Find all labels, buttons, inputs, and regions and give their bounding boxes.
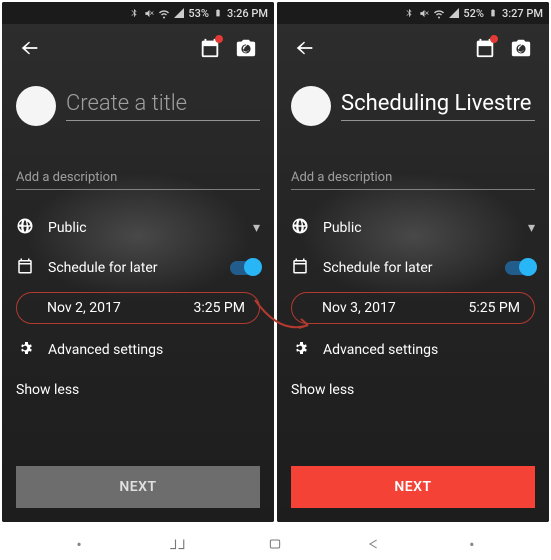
wifi-icon: [158, 7, 170, 19]
chevron-down-icon: ▾: [528, 220, 535, 236]
title-placeholder: Create a title: [66, 91, 260, 116]
show-less-link[interactable]: Show less: [291, 382, 535, 398]
schedule-toggle[interactable]: [505, 261, 535, 275]
advanced-settings[interactable]: Advanced settings: [16, 330, 260, 370]
gear-icon: [291, 339, 309, 361]
status-time: 3:27 PM: [502, 7, 543, 20]
camera-switch-button[interactable]: [503, 30, 539, 66]
schedule-datetime[interactable]: Nov 3, 2017 5:25 PM: [291, 292, 535, 324]
bluetooth-icon: [403, 7, 415, 19]
signal-icon: [173, 7, 185, 19]
system-nav-bar: • •: [0, 528, 551, 560]
calendar-badge-icon: [490, 35, 498, 43]
title-input[interactable]: Create a title: [66, 91, 260, 121]
schedule-toggle-row: Schedule for later: [291, 248, 535, 288]
title-input[interactable]: Scheduling Livestre: [341, 91, 535, 121]
advanced-label: Advanced settings: [323, 342, 535, 358]
back-button[interactable]: [12, 30, 48, 66]
nav-dot-icon: •: [70, 537, 88, 551]
camera-switch-button[interactable]: [228, 30, 264, 66]
description-input[interactable]: Add a description: [291, 170, 535, 190]
schedule-label: Schedule for later: [323, 260, 491, 276]
next-button[interactable]: NEXT: [291, 466, 535, 508]
gear-icon: [16, 339, 34, 361]
schedule-toggle-row: Schedule for later: [16, 248, 260, 288]
calendar-icon: [291, 257, 309, 279]
back-button[interactable]: [287, 30, 323, 66]
globe-icon: [16, 217, 34, 239]
description-input[interactable]: Add a description: [16, 170, 260, 190]
battery-percent: 53%: [188, 7, 209, 20]
app-bar: [2, 24, 274, 72]
schedule-label: Schedule for later: [48, 260, 216, 276]
next-label: NEXT: [119, 479, 156, 495]
privacy-label: Public: [48, 220, 239, 236]
schedule-time: 5:25 PM: [468, 300, 520, 316]
status-time: 3:26 PM: [227, 7, 268, 20]
mute-icon: [143, 7, 155, 19]
screenshot-left: 53% 3:26 PM Create a ti: [2, 2, 274, 522]
calendar-icon: [16, 257, 34, 279]
status-bar: 53% 3:26 PM: [2, 2, 274, 24]
next-label: NEXT: [394, 479, 431, 495]
calendar-button[interactable]: [192, 30, 228, 66]
battery-icon: [487, 7, 499, 19]
schedule-date: Nov 2, 2017: [47, 300, 121, 316]
schedule-toggle[interactable]: [230, 261, 260, 275]
avatar: [16, 86, 56, 126]
mute-icon: [418, 7, 430, 19]
app-bar: [277, 24, 549, 72]
wifi-icon: [433, 7, 445, 19]
schedule-date: Nov 3, 2017: [322, 300, 396, 316]
calendar-badge-icon: [215, 35, 223, 43]
privacy-selector[interactable]: Public ▾: [16, 208, 260, 248]
battery-percent: 52%: [463, 7, 484, 20]
nav-dot-icon: •: [463, 537, 481, 551]
nav-recents-button[interactable]: [168, 537, 186, 551]
advanced-settings[interactable]: Advanced settings: [291, 330, 535, 370]
avatar: [291, 86, 331, 126]
bluetooth-icon: [128, 7, 140, 19]
chevron-down-icon: ▾: [253, 220, 260, 236]
nav-home-button[interactable]: [266, 537, 284, 551]
show-less-link[interactable]: Show less: [16, 382, 260, 398]
calendar-button[interactable]: [467, 30, 503, 66]
schedule-datetime[interactable]: Nov 2, 2017 3:25 PM: [16, 292, 260, 324]
battery-icon: [212, 7, 224, 19]
schedule-time: 3:25 PM: [193, 300, 245, 316]
globe-icon: [291, 217, 309, 239]
signal-icon: [448, 7, 460, 19]
title-value: Scheduling Livestre: [341, 91, 535, 116]
next-button[interactable]: NEXT: [16, 466, 260, 508]
description-placeholder: Add a description: [16, 170, 260, 185]
advanced-label: Advanced settings: [48, 342, 260, 358]
privacy-selector[interactable]: Public ▾: [291, 208, 535, 248]
privacy-label: Public: [323, 220, 514, 236]
nav-back-button[interactable]: [365, 537, 383, 551]
description-placeholder: Add a description: [291, 170, 535, 185]
screenshot-right: 52% 3:27 PM Scheduling: [277, 2, 549, 522]
status-bar: 52% 3:27 PM: [277, 2, 549, 24]
